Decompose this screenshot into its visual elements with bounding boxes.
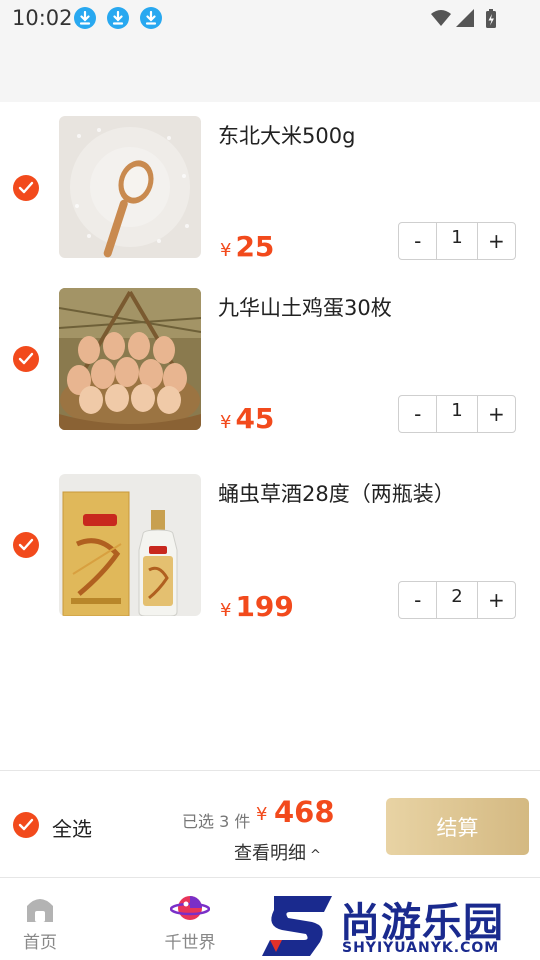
product-name[interactable]: 九华山土鸡蛋30枚 [218,292,392,322]
quantity-stepper[interactable]: - 1 + [398,222,516,260]
product-price: ¥199 [220,590,294,623]
checkout-bar: 全选 已选 3 件 ¥ 468 查看明细 ^ 结算 [0,770,540,878]
download-icon [74,7,96,29]
increase-button[interactable]: + [478,396,515,432]
status-time: 10:02 [12,6,73,30]
quantity-input[interactable]: 1 [436,223,478,259]
product-price: ¥45 [220,402,274,435]
decrease-button[interactable]: - [399,223,436,259]
currency-symbol: ¥ [220,600,232,621]
selected-count: 已选 3 件 [182,812,251,831]
quantity-input[interactable]: 2 [436,582,478,618]
price-value: 25 [235,230,275,263]
select-all-label[interactable]: 全选 [52,813,92,842]
view-details-label: 查看明细 [234,843,306,864]
item-checkbox[interactable] [13,346,39,372]
total-price: 468 [274,795,335,829]
tab-world-label: 千世界 [164,933,216,953]
product-image-eggs[interactable] [59,288,201,430]
tab-world[interactable]: 千世界 [160,878,220,953]
view-details-link[interactable]: 查看明细 ^ [234,839,321,865]
download-icon [107,7,129,29]
quantity-stepper[interactable]: - 2 + [398,581,516,619]
product-image-cordyceps-wine[interactable] [59,474,201,616]
watermark-logo [262,896,332,956]
wifi-icon [431,10,451,26]
tab-home-label: 首页 [23,933,57,953]
battery-icon [486,9,496,28]
quantity-input[interactable]: 1 [436,396,478,432]
signal-icon [456,9,474,27]
item-checkbox[interactable] [13,175,39,201]
download-icon [140,7,162,29]
product-price: ¥25 [220,230,274,263]
tab-home[interactable]: 首页 [20,878,60,953]
increase-button[interactable]: + [478,223,515,259]
increase-button[interactable]: + [478,582,515,618]
site-watermark: 尚游乐园 SHYIYUANYK.COM [262,890,540,960]
product-name[interactable]: 东北大米500g [218,120,355,150]
select-all-checkbox[interactable] [13,812,39,838]
currency-symbol: ¥ [220,240,232,261]
decrease-button[interactable]: - [399,396,436,432]
planet-icon [169,896,211,920]
item-checkbox[interactable] [13,532,39,558]
decrease-button[interactable]: - [399,582,436,618]
total-currency: ¥ [256,804,268,825]
system-icons [430,8,502,34]
home-icon [27,899,53,922]
price-value: 199 [235,590,294,623]
chevron-up-icon: ^ [310,848,321,863]
product-name[interactable]: 蛹虫草酒28度（两瓶装） [218,478,455,508]
product-image-rice[interactable] [59,116,201,258]
price-value: 45 [235,402,275,435]
quantity-stepper[interactable]: - 1 + [398,395,516,433]
watermark-subtitle: SHYIYUANYK.COM [342,940,500,956]
status-bar: 10:02 [0,0,540,102]
currency-symbol: ¥ [220,412,232,433]
checkout-button[interactable]: 结算 [386,798,529,855]
